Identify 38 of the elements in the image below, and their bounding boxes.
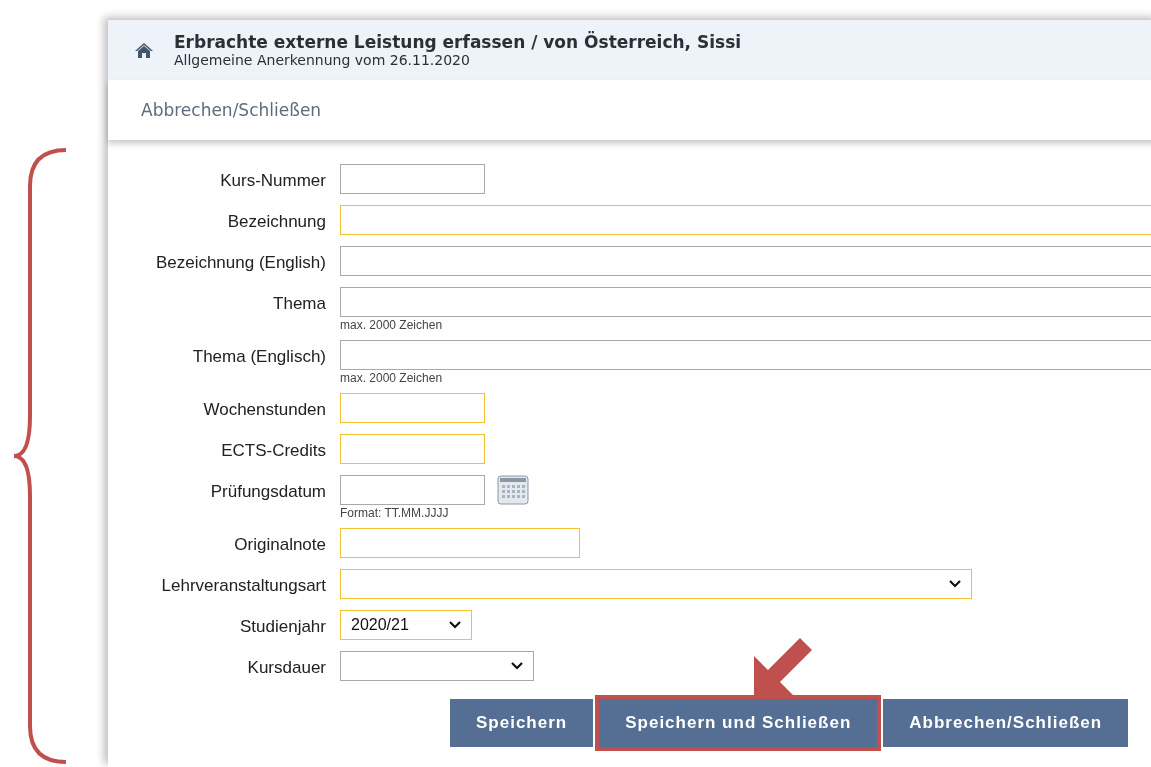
input-field[interactable] [340,205,1151,235]
input-field[interactable] [340,164,485,194]
page-subtitle: Allgemeine Anerkennung vom 26.11.2020 [174,52,471,68]
field-label: Thema (Englisch) [191,346,327,368]
page-title: Erbrachte externe Leistung erfassen / von Österreich, Sissi [174,32,742,52]
field-label: Bezeichnung [226,211,327,233]
input-field[interactable] [340,434,485,464]
home-icon[interactable] [134,42,154,58]
field-hint: max. 2000 Zeichen [340,318,444,332]
form-button[interactable]: Abbrechen/Schließen [883,699,1129,747]
dropdown-field[interactable] [340,569,972,599]
field-hint: Format: TT.MM.JJJJ [340,506,450,520]
field-label: Kursdauer [246,657,327,679]
chevron-down-icon [449,621,461,629]
field-label: Thema [272,293,327,315]
field-label: Lehrveranstaltungsart [160,575,327,597]
field-hint: max. 2000 Zeichen [340,371,444,385]
cancel-close-link[interactable]: Abbrechen/Schließen [141,100,322,120]
chevron-down-icon [511,662,523,670]
field-label: Studienjahr [239,616,327,638]
field-label: Bezeichnung (English) [154,252,327,274]
input-field[interactable] [340,393,485,423]
input-field[interactable] [340,475,485,505]
field-label: ECTS-Credits [220,440,327,462]
calendar-icon[interactable] [497,475,529,505]
field-label: Originalnote [233,534,327,556]
chevron-down-icon [949,580,961,588]
input-field[interactable] [340,340,1151,370]
field-label: Wochenstunden [202,399,327,421]
input-field[interactable] [340,246,1151,276]
field-label: Kurs-Nummer [219,170,327,192]
dropdown-field[interactable] [340,651,534,681]
arrow-annotation [752,636,814,698]
dropdown-field[interactable]: 2020/21 [340,610,472,640]
input-field[interactable] [340,528,580,558]
field-label: Prüfungsdatum [209,481,327,503]
form-button[interactable]: Speichern [450,699,594,747]
input-field[interactable] [340,287,1151,317]
